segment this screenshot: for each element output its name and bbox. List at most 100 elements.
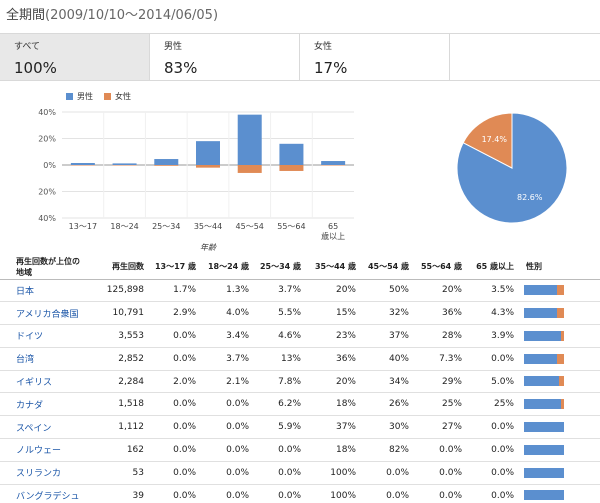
table-header-row: 再生回数が上位の 地域 再生回数 13～17 歳 18～24 歳 25～34 歳 …: [0, 255, 600, 280]
cell-a13: 1.7%: [150, 279, 202, 303]
cell-views: 3,553: [105, 324, 150, 348]
cell-a25: 7.8%: [255, 370, 307, 394]
cell-a18: 0.0%: [202, 415, 255, 440]
cell-a35: 20%: [307, 370, 362, 394]
cell-a25: 0.0%: [255, 484, 307, 503]
country-link[interactable]: 台湾: [0, 347, 105, 371]
country-table: 再生回数が上位の 地域 再生回数 13～17 歳 18～24 歳 25～34 歳 …: [0, 255, 600, 503]
cell-a18: 1.3%: [202, 279, 255, 303]
cell-views: 162: [105, 438, 150, 462]
cell-a35: 20%: [307, 279, 362, 303]
col-views[interactable]: 再生回数: [105, 255, 150, 280]
bar-male: [237, 114, 262, 165]
country-link[interactable]: バングラデシュ: [0, 484, 105, 503]
bar-female: [70, 165, 95, 166]
cell-a65: 3.9%: [468, 324, 520, 348]
x-tick-label: 18～24: [110, 222, 138, 231]
table-row: ドイツ 3,553 0.0% 3.4% 4.6% 23% 37% 28% 3.9%: [0, 324, 600, 348]
cell-a35: 100%: [307, 484, 362, 503]
cell-a18: 2.1%: [202, 370, 255, 394]
cell-a25: 5.5%: [255, 301, 307, 326]
col-country[interactable]: 再生回数が上位の 地域: [0, 255, 105, 280]
cell-a25: 0.0%: [255, 438, 307, 462]
col-a65[interactable]: 65 歳以上: [468, 255, 520, 280]
tab-male-value: 83%: [164, 59, 198, 77]
cell-a65: 0.0%: [468, 484, 520, 503]
x-tick-label: 歳以上: [321, 231, 345, 241]
cell-a18: 0.0%: [202, 484, 255, 503]
cell-a45: 32%: [362, 301, 415, 326]
cell-a13: 0.0%: [150, 347, 202, 371]
country-link[interactable]: ドイツ: [0, 324, 105, 348]
cell-a65: 0.0%: [468, 461, 520, 485]
cell-a25: 6.2%: [255, 392, 307, 417]
col-a35[interactable]: 35～44 歳: [307, 255, 362, 280]
cell-views: 125,898: [105, 279, 150, 303]
table-row: 日本 125,898 1.7% 1.3% 3.7% 20% 50% 20% 3.5%: [0, 279, 600, 303]
cell-a55: 7.3%: [415, 347, 468, 371]
cell-a45: 37%: [362, 324, 415, 348]
gender-cell: [520, 279, 600, 303]
col-a55[interactable]: 55～64 歳: [415, 255, 468, 280]
female-share-fill: [560, 330, 564, 341]
col-a18[interactable]: 18～24 歳: [202, 255, 255, 280]
cell-a55: 36%: [415, 301, 468, 326]
bar-male: [70, 163, 95, 165]
cell-a55: 25%: [415, 392, 468, 417]
cell-a65: 0.0%: [468, 347, 520, 371]
country-link[interactable]: スペイン: [0, 415, 105, 440]
gender-ratio-bar: [524, 421, 564, 432]
cell-a25: 4.6%: [255, 324, 307, 348]
table-row: ノルウェー 162 0.0% 0.0% 0.0% 18% 82% 0.0% 0.0%: [0, 438, 600, 462]
cell-a13: 2.0%: [150, 370, 202, 394]
tab-all[interactable]: すべて 100%: [0, 34, 150, 80]
bar-female: [321, 165, 346, 166]
cell-a45: 82%: [362, 438, 415, 462]
female-share-fill: [557, 285, 564, 296]
gender-cell: [520, 301, 600, 326]
gender-cell: [520, 415, 600, 440]
col-a25[interactable]: 25～34 歳: [255, 255, 307, 280]
cell-a25: 5.9%: [255, 415, 307, 440]
tab-male[interactable]: 男性 83%: [150, 34, 300, 80]
cell-views: 39: [105, 484, 150, 503]
cell-a55: 0.0%: [415, 438, 468, 462]
cell-a65: 0.0%: [468, 415, 520, 440]
col-gender[interactable]: 性別: [520, 255, 600, 280]
country-link[interactable]: アメリカ合衆国: [0, 301, 105, 326]
tab-female-label: 女性: [314, 42, 333, 52]
legend-swatch: [104, 93, 111, 100]
cell-a35: 37%: [307, 415, 362, 440]
cell-a45: 26%: [362, 392, 415, 417]
cell-views: 1,518: [105, 392, 150, 417]
gender-pie-chart: 82.6% 17.4%: [456, 112, 568, 224]
cell-a65: 0.0%: [468, 438, 520, 462]
legend-swatch: [66, 93, 73, 100]
cell-a13: 0.0%: [150, 438, 202, 462]
pie-slice-label: 17.4%: [482, 135, 508, 144]
country-link[interactable]: 日本: [0, 279, 105, 303]
cell-a18: 3.4%: [202, 324, 255, 348]
table-row: イギリス 2,284 2.0% 2.1% 7.8% 20% 34% 29% 5.0%: [0, 370, 600, 394]
country-link[interactable]: スリランカ: [0, 461, 105, 485]
col-a13[interactable]: 13～17 歳: [150, 255, 202, 280]
cell-a25: 3.7%: [255, 279, 307, 303]
legend-label: 女性: [115, 91, 131, 101]
pie-slice-label: 82.6%: [517, 193, 543, 202]
table-row: スペイン 1,112 0.0% 0.0% 5.9% 37% 30% 27% 0.0%: [0, 415, 600, 440]
country-link[interactable]: ノルウェー: [0, 438, 105, 462]
country-link[interactable]: イギリス: [0, 370, 105, 394]
x-tick-label: 25～34: [152, 222, 180, 231]
gender-ratio-bar: [524, 330, 564, 341]
y-tick-label: 40%: [38, 108, 56, 117]
female-share-fill: [559, 376, 564, 387]
x-tick-label: 35～44: [194, 222, 222, 231]
country-link[interactable]: カナダ: [0, 392, 105, 417]
cell-a18: 4.0%: [202, 301, 255, 326]
bar-male: [112, 163, 137, 165]
x-tick-label: 65: [328, 222, 338, 231]
gender-cell: [520, 461, 600, 485]
cell-a35: 18%: [307, 392, 362, 417]
tab-female[interactable]: 女性 17%: [300, 34, 450, 80]
col-a45[interactable]: 45～54 歳: [362, 255, 415, 280]
